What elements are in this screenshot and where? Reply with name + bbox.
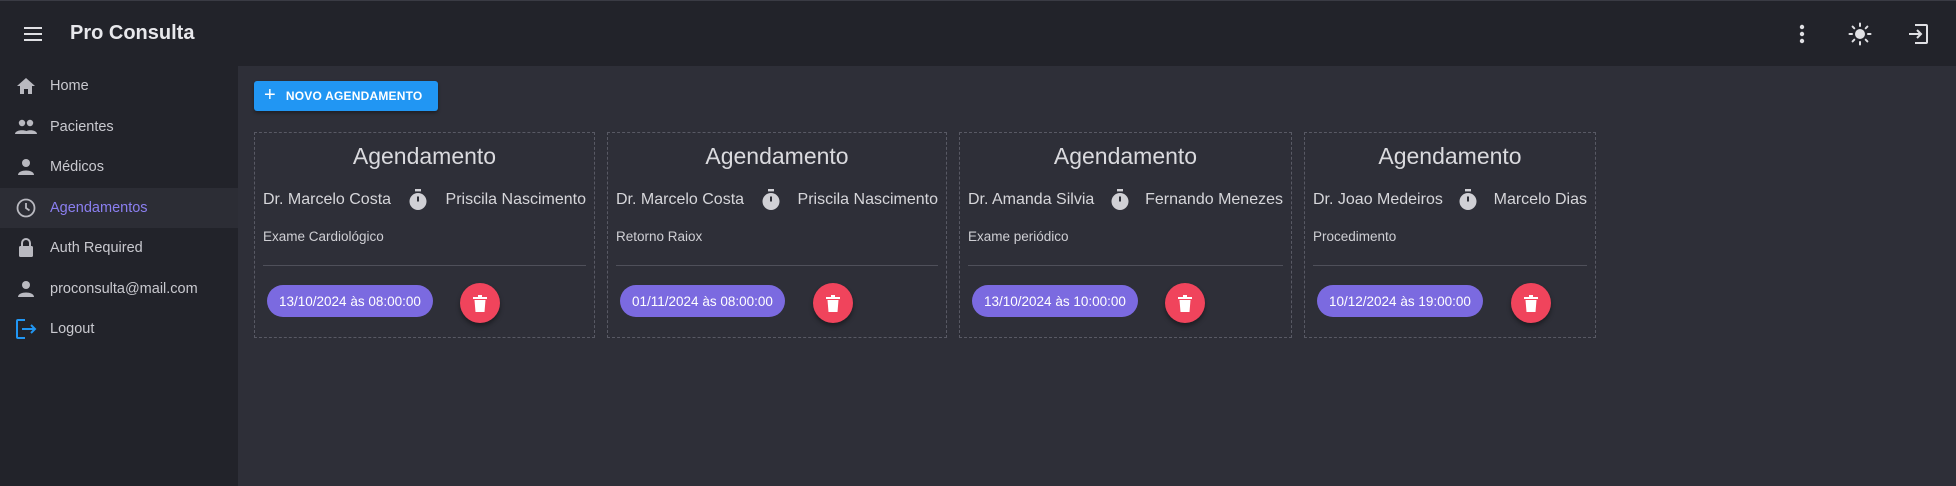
app-title: Pro Consulta xyxy=(70,22,195,44)
exit-button[interactable] xyxy=(1898,14,1938,54)
patient-name: Priscila Nascimento xyxy=(445,191,586,208)
sidebar-item-logout[interactable]: Logout xyxy=(0,309,238,350)
sidebar-item-agendamentos[interactable]: Agendamentos xyxy=(0,187,238,228)
new-appointment-button[interactable]: + NOVO AGENDAMENTO xyxy=(254,81,438,111)
home-icon xyxy=(14,74,38,98)
person-icon xyxy=(14,277,38,301)
theme-toggle-button[interactable] xyxy=(1840,14,1880,54)
main-content: + NOVO AGENDAMENTO Agendamento Dr. Marce… xyxy=(238,66,1956,486)
appointment-card: Agendamento Dr. Amanda Silvia Fernando M… xyxy=(959,132,1292,338)
sidebar-item-medicos[interactable]: Médicos xyxy=(0,147,238,188)
doctor-name: Dr. Amanda Silvia xyxy=(968,191,1095,208)
trash-icon xyxy=(1524,294,1538,312)
exit-icon xyxy=(1909,24,1928,44)
delete-button[interactable] xyxy=(1165,283,1205,323)
appointment-card: Agendamento Dr. Marcelo Costa Priscila N… xyxy=(607,132,947,338)
card-divider xyxy=(1313,265,1587,266)
doctor-name: Dr. Marcelo Costa xyxy=(263,191,392,208)
timer-icon xyxy=(1109,189,1131,211)
datetime-chip[interactable]: 10/12/2024 às 19:00:00 xyxy=(1317,285,1483,317)
card-divider xyxy=(968,265,1283,266)
appointment-card: Agendamento Dr. Marcelo Costa Priscila N… xyxy=(254,132,595,338)
patient-name: Priscila Nascimento xyxy=(797,191,938,208)
sidebar-item-label: Médicos xyxy=(50,159,104,176)
timer-icon xyxy=(1457,189,1479,211)
datetime-chip[interactable]: 01/11/2024 às 08:00:00 xyxy=(620,285,785,317)
lock-icon xyxy=(14,236,38,260)
delete-button[interactable] xyxy=(1511,283,1551,323)
sidebar: Home Pacientes Médicos Agendamentos Auth… xyxy=(0,66,238,486)
sidebar-item-label: Logout xyxy=(50,321,95,338)
sun-icon xyxy=(1848,22,1872,46)
trash-icon xyxy=(473,294,487,312)
card-divider xyxy=(263,265,586,266)
appointment-description: Retorno Raiox xyxy=(616,229,703,244)
datetime-chip[interactable]: 13/10/2024 às 10:00:00 xyxy=(972,285,1138,317)
clock-icon xyxy=(14,196,38,220)
card-title: Agendamento xyxy=(352,143,497,169)
new-appointment-label: NOVO AGENDAMENTO xyxy=(285,89,423,103)
sidebar-item-home[interactable]: Home xyxy=(0,66,238,107)
menu-button[interactable] xyxy=(0,1,66,67)
sidebar-item-label: Auth Required xyxy=(50,240,143,257)
trash-icon xyxy=(1178,294,1192,312)
patient-name: Fernando Menezes xyxy=(1145,191,1283,208)
timer-icon xyxy=(760,189,782,211)
delete-button[interactable] xyxy=(460,283,500,323)
trash-icon xyxy=(826,294,840,312)
card-title: Agendamento xyxy=(1378,143,1522,169)
card-title: Agendamento xyxy=(1053,143,1198,169)
sidebar-item-auth-required[interactable]: Auth Required xyxy=(0,228,238,269)
doctor-name: Dr. Joao Medeiros xyxy=(1313,191,1443,208)
doctor-icon xyxy=(14,155,38,179)
doctor-name: Dr. Marcelo Costa xyxy=(616,191,745,208)
timer-icon xyxy=(407,189,429,211)
plus-icon: + xyxy=(264,84,276,106)
sidebar-item-pacientes[interactable]: Pacientes xyxy=(0,107,238,148)
hamburger-icon xyxy=(24,26,42,41)
patient-name: Marcelo Dias xyxy=(1493,191,1587,208)
appointment-description: Procedimento xyxy=(1313,229,1397,244)
app-bar: Pro Consulta xyxy=(0,0,1956,66)
appointment-description: Exame Cardiológico xyxy=(263,229,384,244)
sidebar-item-label: proconsulta@mail.com xyxy=(50,280,198,297)
sidebar-item-user-email[interactable]: proconsulta@mail.com xyxy=(0,269,238,310)
delete-button[interactable] xyxy=(813,283,853,323)
logout-icon xyxy=(14,317,38,341)
people-icon xyxy=(14,115,38,139)
more-options-button[interactable] xyxy=(1782,14,1822,54)
appointment-card: Agendamento Dr. Joao Medeiros Marcelo Di… xyxy=(1304,132,1596,338)
sidebar-item-label: Pacientes xyxy=(50,118,114,135)
datetime-chip[interactable]: 13/10/2024 às 08:00:00 xyxy=(267,285,433,317)
more-vert-icon xyxy=(1799,24,1805,44)
card-divider xyxy=(616,265,938,266)
appointment-description: Exame periódico xyxy=(968,229,1069,244)
sidebar-item-label: Agendamentos xyxy=(50,199,148,216)
sidebar-item-label: Home xyxy=(50,78,89,95)
card-title: Agendamento xyxy=(705,143,849,169)
